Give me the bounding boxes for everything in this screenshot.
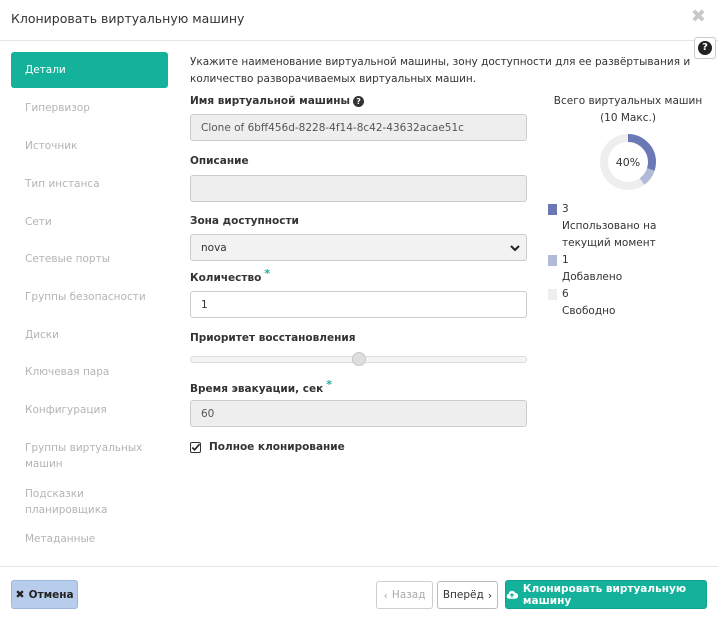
nav-item-flavor[interactable]: Тип инстанса xyxy=(11,165,168,203)
nav-item-network-ports[interactable]: Сетевые порты xyxy=(11,240,168,278)
modal-header: Клонировать виртуальную машину ✖ xyxy=(0,0,718,41)
full-clone-label: Полное клонирование xyxy=(209,441,345,453)
legend-count: 1 xyxy=(562,254,569,266)
legend-item-used: 3 Использовано на текущий момент xyxy=(548,201,713,252)
modal-title: Клонировать виртуальную машину xyxy=(11,11,245,26)
evac-label: Время эвакуации, сек * xyxy=(190,378,332,395)
quota-title: Всего виртуальных машин (10 Макс.) xyxy=(548,93,708,127)
name-label-text: Имя виртуальной машины xyxy=(190,95,351,107)
next-button[interactable]: Вперёд › xyxy=(437,581,498,609)
legend-swatch xyxy=(548,289,557,300)
times-icon: ✖ xyxy=(15,588,25,601)
cancel-button[interactable]: ✖ Отмена xyxy=(11,580,78,609)
required-mark: * xyxy=(264,267,271,280)
chevron-right-icon: › xyxy=(487,588,493,602)
legend-count: 3 xyxy=(562,203,569,215)
legend-item-added: 1 Добавлено xyxy=(548,252,713,286)
legend-label: Добавлено xyxy=(562,271,623,283)
cancel-button-label: Отмена xyxy=(28,588,74,601)
priority-label: Приоритет восстановления xyxy=(190,332,356,344)
nav-item-server-groups[interactable]: Группы виртуальных машин xyxy=(11,429,168,483)
evac-label-text: Время эвакуации, сек xyxy=(190,383,324,395)
legend-item-free: 6 Свободно xyxy=(548,286,713,320)
legend-swatch xyxy=(548,204,557,215)
donut-percent-label: 40% xyxy=(616,156,640,169)
chevron-down-icon xyxy=(510,245,520,252)
zone-select[interactable]: nova xyxy=(190,234,527,261)
next-button-label: Вперёд xyxy=(442,589,484,601)
legend-label: Свободно xyxy=(562,305,616,317)
name-input[interactable]: Clone of 6bff456d-8228-4f14-8c42-43632ac… xyxy=(190,114,527,141)
nav-item-networks[interactable]: Сети xyxy=(11,203,168,241)
nav-item-security-groups[interactable]: Группы безопасности xyxy=(11,278,168,316)
nav-item-disks[interactable]: Диски xyxy=(11,316,168,354)
clone-vm-button[interactable]: Клонировать виртуальную машину xyxy=(505,580,707,609)
nav-item-metadata[interactable]: Метаданные xyxy=(11,520,168,558)
quota-subtitle: (10 Макс.) xyxy=(600,112,656,124)
nav-item-configuration[interactable]: Конфигурация xyxy=(11,391,168,429)
legend-label: Использовано на текущий момент xyxy=(562,220,657,249)
name-label: Имя виртуальной машины? xyxy=(190,95,365,107)
description-input[interactable] xyxy=(190,175,527,202)
count-label-text: Количество xyxy=(190,272,262,284)
wizard-nav: Детали Гипервизор Источник Тип инстанса … xyxy=(11,52,168,558)
nav-item-scheduler-hints[interactable]: Подсказки планировщика xyxy=(11,483,168,521)
zone-label: Зона доступности xyxy=(190,215,299,227)
question-circle-icon: ? xyxy=(698,41,712,55)
chevron-left-icon: ‹ xyxy=(383,588,388,602)
back-button[interactable]: ‹ Назад xyxy=(376,581,433,609)
nav-item-source[interactable]: Источник xyxy=(11,127,168,165)
full-clone-checkbox[interactable] xyxy=(190,442,201,453)
quota-title-text: Всего виртуальных машин xyxy=(553,95,703,107)
close-icon[interactable]: ✖ xyxy=(691,8,706,26)
count-input[interactable]: 1 xyxy=(190,291,527,318)
legend-count: 6 xyxy=(562,288,569,300)
quota-donut-chart: 40% xyxy=(600,134,656,190)
nav-item-hypervisor[interactable]: Гипервизор xyxy=(11,90,168,128)
question-circle-icon[interactable]: ? xyxy=(353,96,365,107)
description-label: Описание xyxy=(190,155,249,167)
clone-vm-button-label: Клонировать виртуальную машину xyxy=(522,582,687,607)
zone-select-value: nova xyxy=(201,241,227,254)
cloud-upload-icon xyxy=(506,590,518,599)
quota-legend: 3 Использовано на текущий момент 1 Добав… xyxy=(548,201,713,320)
nav-item-key-pair[interactable]: Ключевая пара xyxy=(11,353,168,391)
back-button-label: Назад xyxy=(391,589,426,601)
evac-input[interactable]: 60 xyxy=(190,400,527,427)
priority-slider-handle[interactable] xyxy=(351,352,366,366)
legend-swatch xyxy=(548,255,557,266)
nav-item-details[interactable]: Детали xyxy=(11,52,168,88)
count-label: Количество * xyxy=(190,267,270,284)
required-mark: * xyxy=(326,378,333,391)
intro-text: Укажите наименование виртуальной машины,… xyxy=(190,56,691,85)
